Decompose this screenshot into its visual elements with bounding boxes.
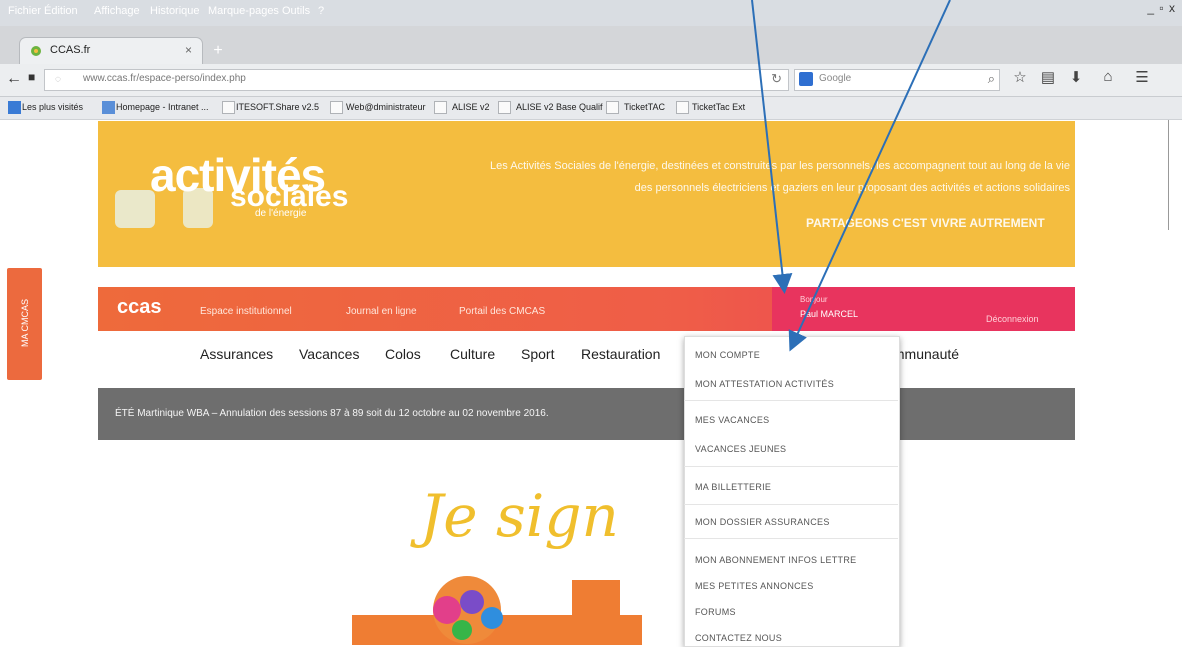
dropdown-mes-vacances[interactable]: MES VACANCES <box>695 415 769 425</box>
scrollbar[interactable] <box>1168 120 1182 230</box>
bookmark-tickettac-ext[interactable]: TicketTac Ext <box>692 102 745 112</box>
nav-journal-en-ligne[interactable]: Journal en ligne <box>346 306 417 317</box>
dropdown-divider <box>684 400 898 401</box>
dropdown-divider <box>684 538 898 539</box>
main-nav-culture[interactable]: Culture <box>450 346 495 362</box>
tab-ccas[interactable]: CCAS.fr × <box>20 38 202 64</box>
header-tagline: Les Activités Sociales de l'énergie, des… <box>360 155 1070 199</box>
menu-marque-pages[interactable]: Marque-pages <box>208 5 279 17</box>
menu-outils[interactable]: Outils <box>282 5 310 17</box>
ccas-logo[interactable]: ccas <box>117 296 162 319</box>
bookmark-alise[interactable]: ALISE v2 <box>452 102 490 112</box>
search-icon[interactable]: ⌕ <box>988 71 995 87</box>
side-tab-label: MA CMCAS <box>20 299 30 348</box>
tab-close-icon[interactable]: × <box>185 43 192 57</box>
url-text: www.ccas.fr/espace-perso/index.php <box>83 73 246 84</box>
energy-logo-mark <box>115 190 155 228</box>
bookmark-icon <box>434 101 447 114</box>
globe-icon: ◌ <box>55 74 61 85</box>
reading-list-icon[interactable]: ▤ <box>1038 68 1058 90</box>
menu-historique[interactable]: Historique <box>150 5 200 17</box>
ma-cmcas-side-tab[interactable]: MA CMCAS <box>7 268 42 380</box>
bookmark-itesoft[interactable]: ITESOFT.Share v2.5 <box>236 102 319 112</box>
download-icon[interactable]: ⬇ <box>1066 68 1086 90</box>
main-nav-vacances[interactable]: Vacances <box>299 346 359 362</box>
user-greeting: Bonjour <box>800 295 828 304</box>
dropdown-dossier-assurances[interactable]: MON DOSSIER ASSURANCES <box>695 517 830 527</box>
logo-subtitle: de l'énergie <box>255 208 307 219</box>
bookmark-icon <box>606 101 619 114</box>
main-nav-colos[interactable]: Colos <box>385 346 421 362</box>
dropdown-mon-compte[interactable]: MON COMPTE <box>695 350 760 360</box>
bookmark-icon <box>222 101 235 114</box>
dropdown-divider <box>684 504 898 505</box>
menu-edition[interactable]: Édition <box>44 5 78 17</box>
dropdown-abonnement-infos[interactable]: MON ABONNEMENT INFOS LETTRE <box>695 555 856 565</box>
tab-title: CCAS.fr <box>50 44 91 56</box>
bookmark-most-visited[interactable]: Les plus visités <box>22 102 83 112</box>
google-icon <box>799 72 813 86</box>
main-nav-assurances[interactable]: Assurances <box>200 346 273 362</box>
new-tab-button[interactable]: + <box>209 42 227 60</box>
header-tagline-line1: Les Activités Sociales de l'énergie, des… <box>490 160 1070 172</box>
bookmark-tickettac[interactable]: TicketTAC <box>624 102 665 112</box>
dropdown-mon-attestation[interactable]: MON ATTESTATION ACTIVITÉS <box>695 379 834 389</box>
url-bar[interactable]: ◌ www.ccas.fr/espace-perso/index.php ↻ <box>44 69 789 91</box>
back-icon[interactable]: ← <box>6 70 26 90</box>
search-input[interactable]: Google ⌕ <box>794 69 1000 91</box>
hamburger-menu-icon[interactable]: ☰ <box>1132 68 1152 90</box>
dropdown-vacances-jeunes[interactable]: VACANCES JEUNES <box>695 444 786 454</box>
alert-text[interactable]: ÉTÉ Martinique WBA – Annulation des sess… <box>115 408 549 419</box>
dropdown-petites-annonces[interactable]: MES PETITES ANNONCES <box>695 581 814 591</box>
bookmark-icon <box>8 101 21 114</box>
window-controls[interactable]: _ ▫ x <box>1147 1 1176 15</box>
user-name[interactable]: Paul MARCEL <box>800 309 858 319</box>
nav-portail-cmcas[interactable]: Portail des CMCAS <box>459 306 545 317</box>
dropdown-divider <box>684 466 898 467</box>
reload-icon[interactable]: ↻ <box>771 71 782 87</box>
bookmark-webadmin[interactable]: Web@dministrateur <box>346 102 426 112</box>
hero-title: Je sign <box>420 482 619 550</box>
header-slogan: PARTAGEONS C'EST VIVRE AUTREMENT <box>806 216 1045 230</box>
bookmark-icon <box>498 101 511 114</box>
browser-menubar: Fichier Édition Affichage Historique Mar… <box>0 0 1182 26</box>
search-placeholder: Google <box>819 73 852 84</box>
logout-link[interactable]: Déconnexion <box>986 314 1039 324</box>
bookmark-homepage[interactable]: Homepage - Intranet ... <box>116 102 209 112</box>
dropdown-forums[interactable]: FORUMS <box>695 607 736 617</box>
header-tagline-line2: des personnels électriciens et gaziers e… <box>634 182 1070 194</box>
menu-fichier[interactable]: Fichier <box>8 5 41 17</box>
bookmarks-bar: Les plus visités Homepage - Intranet ...… <box>0 97 1182 120</box>
page-info-icon[interactable]: ■ <box>28 70 42 88</box>
bookmark-icon <box>330 101 343 114</box>
menu-affichage[interactable]: Affichage <box>94 5 140 17</box>
dropdown-contactez-nous[interactable]: CONTACTEZ NOUS <box>695 633 782 643</box>
menu-help[interactable]: ? <box>318 5 324 17</box>
dropdown-ma-billetterie[interactable]: MA BILLETTERIE <box>695 482 771 492</box>
star-icon[interactable]: ☆ <box>1010 68 1030 90</box>
main-nav-restauration[interactable]: Restauration <box>581 346 660 362</box>
nav-espace-institutionnel[interactable]: Espace institutionnel <box>200 306 292 317</box>
main-nav-sport[interactable]: Sport <box>521 346 554 362</box>
bookmark-icon <box>676 101 689 114</box>
ccas-favicon-icon <box>31 46 41 56</box>
bookmark-alise-qualif[interactable]: ALISE v2 Base Qualif <box>516 102 603 112</box>
home-icon[interactable]: ⌂ <box>1098 68 1118 90</box>
bookmark-icon <box>102 101 115 114</box>
hero-illustration <box>352 576 642 645</box>
